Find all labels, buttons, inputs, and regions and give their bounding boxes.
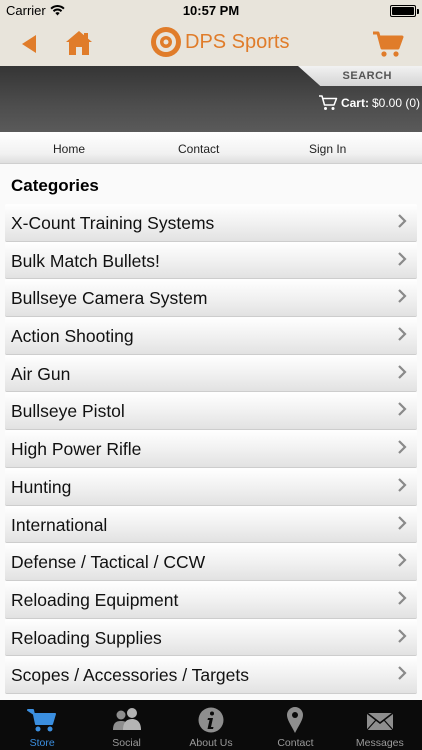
search-label: SEARCH [342, 70, 392, 82]
home-icon[interactable] [64, 28, 94, 58]
chevron-right-icon [398, 402, 407, 417]
category-label: Hunting [11, 476, 72, 497]
people-icon [112, 708, 141, 730]
category-item[interactable]: High Power Rifle [5, 430, 417, 468]
tab-label: About Us [189, 737, 233, 749]
tab-store[interactable]: Store [0, 700, 84, 750]
category-item[interactable]: Defense / Tactical / CCW [5, 543, 417, 581]
category-label: Bulk Match Bullets! [11, 250, 160, 271]
sub-nav: Home Contact Sign In [0, 132, 422, 164]
chevron-right-icon [398, 364, 407, 379]
tab-label: Social [112, 737, 141, 749]
map-pin-icon [287, 707, 304, 733]
category-label: International [11, 514, 108, 535]
tab-social[interactable]: Social [84, 700, 168, 750]
category-label: Reloading Supplies [11, 627, 162, 648]
category-label: Defense / Tactical / CCW [11, 552, 206, 573]
tab-about-us[interactable]: About Us [169, 700, 253, 750]
cart-icon [27, 709, 57, 732]
cart-label: Cart: [340, 95, 369, 110]
chevron-right-icon [398, 214, 407, 228]
cart-icon[interactable] [372, 30, 404, 58]
battery-icon [390, 5, 419, 17]
category-item[interactable]: Reloading Equipment [5, 580, 417, 619]
cart-summary[interactable]: Cart: $0.00 (0) [318, 94, 420, 111]
subnav-sign-in-link[interactable]: Sign In [309, 142, 346, 156]
category-list: X-Count Training Systems Bulk Match Bull… [5, 204, 417, 694]
chevron-right-icon [398, 440, 407, 454]
category-label: Bullseye Pistol [11, 401, 125, 422]
category-label: Action Shooting [11, 326, 134, 347]
category-label: High Power Rifle [11, 439, 142, 460]
chevron-right-icon [398, 515, 407, 530]
main-content: Categories X-Count Training Systems Bulk… [0, 164, 422, 700]
categories-heading: Categories [11, 176, 99, 195]
cart-icon [318, 95, 338, 110]
chevron-right-icon [398, 591, 407, 605]
tab-messages[interactable]: Messages [338, 700, 422, 750]
subnav-contact-link[interactable]: Contact [178, 142, 219, 156]
category-item[interactable]: Air Gun [5, 354, 417, 393]
chevron-right-icon [398, 553, 407, 567]
category-label: Air Gun [11, 363, 71, 384]
category-label: X-Count Training Systems [11, 213, 215, 233]
category-label: Reloading Equipment [11, 589, 179, 610]
chevron-right-icon [398, 478, 407, 492]
category-item[interactable]: Bullseye Camera System [5, 279, 417, 318]
bottom-tab-bar: Store Social About Us Contact Messages [0, 700, 422, 750]
chevron-right-icon [398, 666, 407, 681]
category-label: Scopes / Accessories / Targets [11, 665, 249, 686]
info-icon [198, 707, 224, 733]
status-time: 10:57 PM [182, 3, 240, 18]
app-title: DPS Sports [185, 30, 290, 53]
target-logo-icon [151, 27, 181, 57]
tab-contact[interactable]: Contact [253, 700, 337, 750]
cart-value: $0.00 (0) [371, 95, 420, 110]
category-item[interactable]: Scopes / Accessories / Targets [5, 656, 417, 694]
brand-logo: DPS Sports [150, 26, 289, 58]
category-item[interactable]: Bullseye Pistol [5, 392, 417, 431]
chevron-right-icon [398, 289, 407, 304]
tab-label: Store [29, 737, 55, 749]
envelope-icon [366, 712, 394, 731]
chevron-right-icon [398, 628, 407, 643]
subnav-home-link[interactable]: Home [53, 142, 85, 156]
tab-label: Messages [355, 737, 404, 749]
category-item[interactable]: Bulk Match Bullets! [5, 241, 417, 280]
app-nav-bar: DPS Sports [0, 22, 422, 66]
search-button[interactable]: SEARCH [298, 66, 422, 86]
category-item[interactable]: Hunting [5, 467, 417, 506]
chevron-right-icon [398, 251, 407, 266]
status-bar: Carrier 10:57 PM [0, 0, 422, 22]
back-arrow-icon[interactable] [16, 32, 42, 56]
category-item[interactable]: Action Shooting [5, 317, 417, 355]
category-item[interactable]: X-Count Training Systems [5, 204, 417, 242]
category-item[interactable]: Reloading Supplies [5, 618, 417, 657]
store-header: SEARCH Cart: $0.00 (0) [0, 66, 422, 132]
category-label: Bullseye Camera System [11, 288, 208, 309]
tab-label: Contact [277, 737, 314, 749]
chevron-right-icon [398, 327, 407, 341]
category-item[interactable]: International [5, 505, 417, 544]
